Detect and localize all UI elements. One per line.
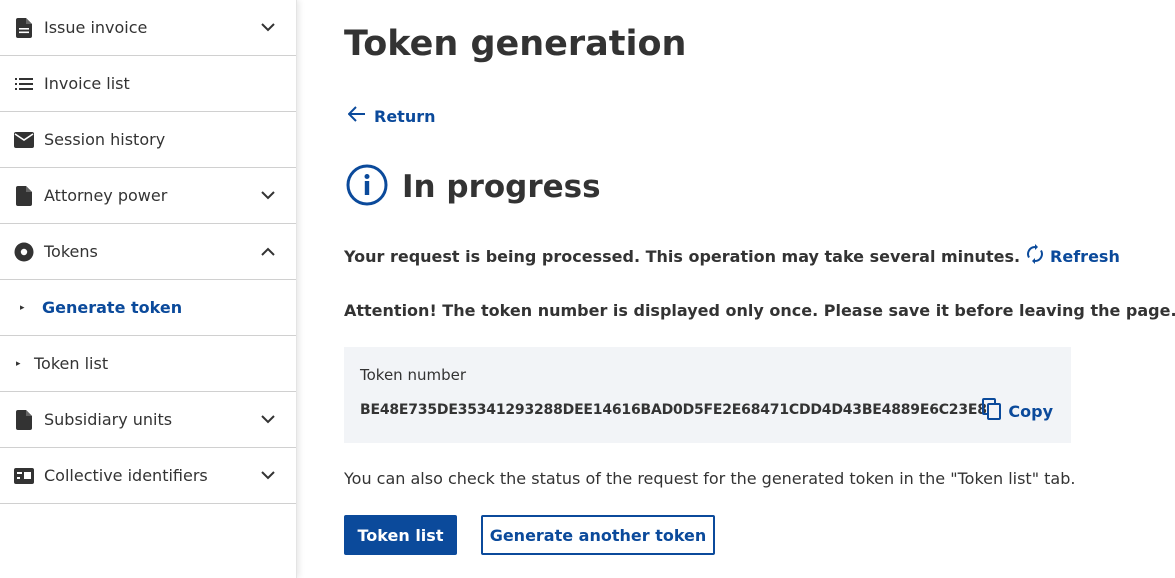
return-link[interactable]: Return [347, 106, 436, 126]
sidebar-subitem-label: Generate token [42, 298, 183, 317]
sidebar-item-collective-identifiers[interactable]: Collective identifiers [0, 448, 296, 504]
sidebar-item-label: Tokens [44, 242, 98, 261]
token-value: BE48E735DE35341293288DEE14616BAD0D5FE2E6… [360, 402, 987, 418]
attention-message: Attention! The token number is displayed… [344, 301, 1175, 320]
processing-message: Your request is being processed. This op… [344, 244, 1120, 268]
document-icon [14, 17, 34, 38]
status-title: In progress [402, 169, 601, 205]
token-list-button[interactable]: Token list [344, 515, 457, 555]
sidebar-item-label: Collective identifiers [44, 466, 208, 485]
sidebar-item-label: Session history [44, 130, 166, 149]
copy-label: Copy [1008, 401, 1053, 421]
sidebar-item-issue-invoice[interactable]: Issue invoice [0, 0, 296, 56]
refresh-icon [1026, 244, 1050, 268]
sidebar-item-tokens[interactable]: Tokens [0, 224, 296, 280]
generate-another-token-button[interactable]: Generate another token [481, 515, 715, 555]
document-icon [14, 409, 34, 430]
list-icon [14, 74, 34, 94]
sidebar-subitem-generate-token[interactable]: ▸ Generate token [0, 280, 296, 336]
document-icon [14, 185, 34, 206]
processing-text: Your request is being processed. This op… [344, 246, 1021, 266]
arrow-left-icon [347, 106, 374, 126]
page-title: Token generation [344, 24, 687, 64]
token-label: Token number [360, 366, 466, 384]
token-box: Token number BE48E735DE35341293288DEE146… [344, 347, 1071, 443]
copy-button[interactable]: Copy [982, 398, 1053, 424]
refresh-button[interactable]: Refresh [1026, 244, 1120, 268]
sidebar-subitem-token-list[interactable]: ▸ Token list [0, 336, 296, 392]
refresh-label: Refresh [1050, 246, 1120, 266]
sidebar-item-label: Attorney power [44, 186, 168, 205]
sidebar-item-label: Issue invoice [44, 18, 148, 37]
sidebar-item-subsidiary-units[interactable]: Subsidiary units [0, 392, 296, 448]
triangle-right-icon: ▸ [16, 358, 21, 369]
id-card-icon [14, 466, 34, 486]
sidebar-item-invoice-list[interactable]: Invoice list [0, 56, 296, 112]
info-icon [346, 164, 388, 210]
sidebar: Issue invoice Invoice list Session histo… [0, 0, 297, 578]
sidebar-item-label: Invoice list [44, 74, 130, 93]
info-text: You can also check the status of the req… [344, 469, 1076, 488]
triangle-right-icon: ▸ [20, 302, 25, 313]
sidebar-item-session-history[interactable]: Session history [0, 112, 296, 168]
chevron-down-icon [260, 468, 276, 484]
chevron-down-icon [260, 188, 276, 204]
chevron-up-icon [260, 244, 276, 260]
status-heading: In progress [346, 164, 601, 210]
return-label: Return [374, 106, 436, 126]
copy-icon [982, 398, 1008, 424]
chevron-down-icon [260, 412, 276, 428]
sidebar-item-attorney-power[interactable]: Attorney power [0, 168, 296, 224]
sidebar-item-label: Subsidiary units [44, 410, 173, 429]
chevron-down-icon [260, 20, 276, 36]
envelope-icon [14, 130, 34, 150]
disc-icon [14, 242, 34, 262]
sidebar-subitem-label: Token list [34, 354, 109, 373]
